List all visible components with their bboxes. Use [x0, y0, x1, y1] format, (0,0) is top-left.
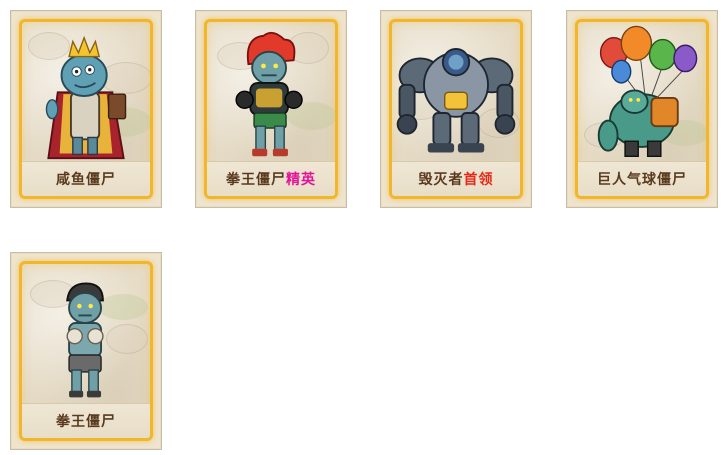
- card-destroyer-boss[interactable]: 毁灭者 首领: [380, 10, 532, 208]
- card-rank-tag: 精英: [286, 172, 316, 188]
- card-name: 巨人气球僵尸: [597, 172, 687, 188]
- card-name: 拳王僵尸: [226, 172, 286, 188]
- card-frame: 巨人气球僵尸: [575, 19, 709, 199]
- giant-balloon-zombie-portrait: [597, 25, 698, 157]
- card-label-bar: 巨人气球僵尸: [578, 161, 706, 196]
- card-boxer-zombie[interactable]: 拳王僵尸: [10, 252, 162, 450]
- card-frame: 拳王僵尸: [19, 261, 153, 441]
- card-name: 拳王僵尸: [56, 414, 116, 430]
- card-label-bar: 咸鱼僵尸: [22, 161, 150, 196]
- card-frame: 咸鱼僵尸: [19, 19, 153, 199]
- card-frame: 毁灭者 首领: [389, 19, 523, 199]
- card-boxer-zombie-elite[interactable]: 拳王僵尸 精英: [195, 10, 347, 208]
- card-name: 咸鱼僵尸: [56, 172, 116, 188]
- card-name: 毁灭者: [418, 172, 464, 188]
- card-salted-fish-zombie[interactable]: 咸鱼僵尸: [10, 10, 162, 208]
- card-rank-tag: 首领: [463, 172, 494, 188]
- card-label-bar: 拳王僵尸: [22, 403, 150, 438]
- destroyer-boss-portrait: [396, 48, 516, 153]
- card-label-bar: 毁灭者 首领: [392, 161, 520, 196]
- boxer-zombie-elite-portrait: [235, 31, 303, 157]
- card-label-bar: 拳王僵尸 精英: [207, 161, 335, 196]
- card-frame: 拳王僵尸 精英: [204, 19, 338, 199]
- card-giant-balloon-zombie[interactable]: 巨人气球僵尸: [566, 10, 718, 208]
- boxer-zombie-portrait: [66, 282, 104, 398]
- salted-fish-zombie-portrait: [45, 35, 127, 160]
